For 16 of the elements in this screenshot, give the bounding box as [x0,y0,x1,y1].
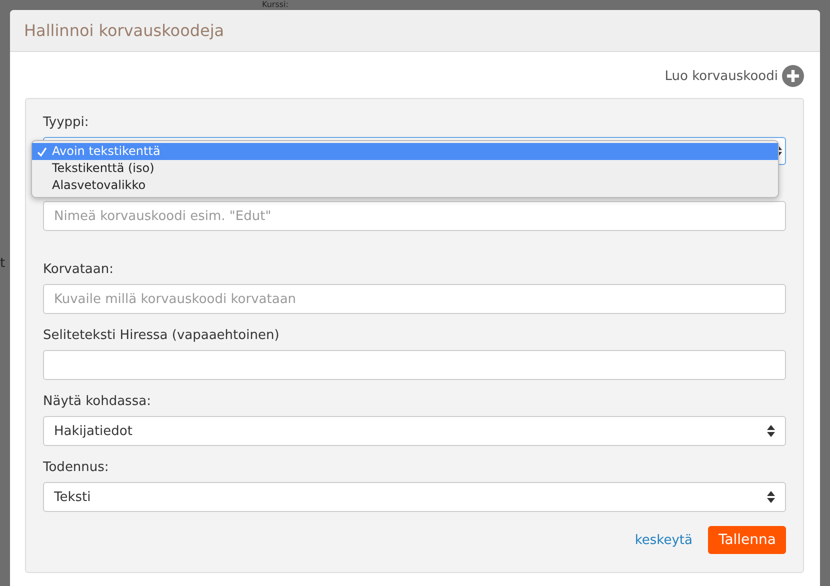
field-label: Korvataan: [43,262,114,279]
dialog-title: Hallinnoi korvauskoodeja [24,21,224,40]
field-label: Tyyppi: [43,115,90,132]
page-text: t [0,256,6,271]
page-heading: Kurssi: [262,0,288,10]
create-link[interactable]: Luo korvauskoodi [664,68,778,84]
field-label: Todennus: [43,460,110,477]
input-field[interactable]: Nimeä korvauskoodi esim. "Edut" [43,201,786,231]
dropdown-option[interactable]: Tekstikenttä (iso) [32,160,778,177]
cancel-link[interactable]: keskeytä [634,532,692,548]
dropdown-option[interactable]: Alasvetovalikko [32,177,778,194]
field-label: Näytä kohdassa: [43,394,152,411]
input-field[interactable]: Kuvaile millä korvauskoodi korvataan [43,284,786,314]
field-label: Seliteteksti Hiressa (vapaaehtoinen) [43,328,280,345]
select-field[interactable]: Hakijatiedot [43,416,786,446]
select-field[interactable]: Teksti [43,482,786,512]
